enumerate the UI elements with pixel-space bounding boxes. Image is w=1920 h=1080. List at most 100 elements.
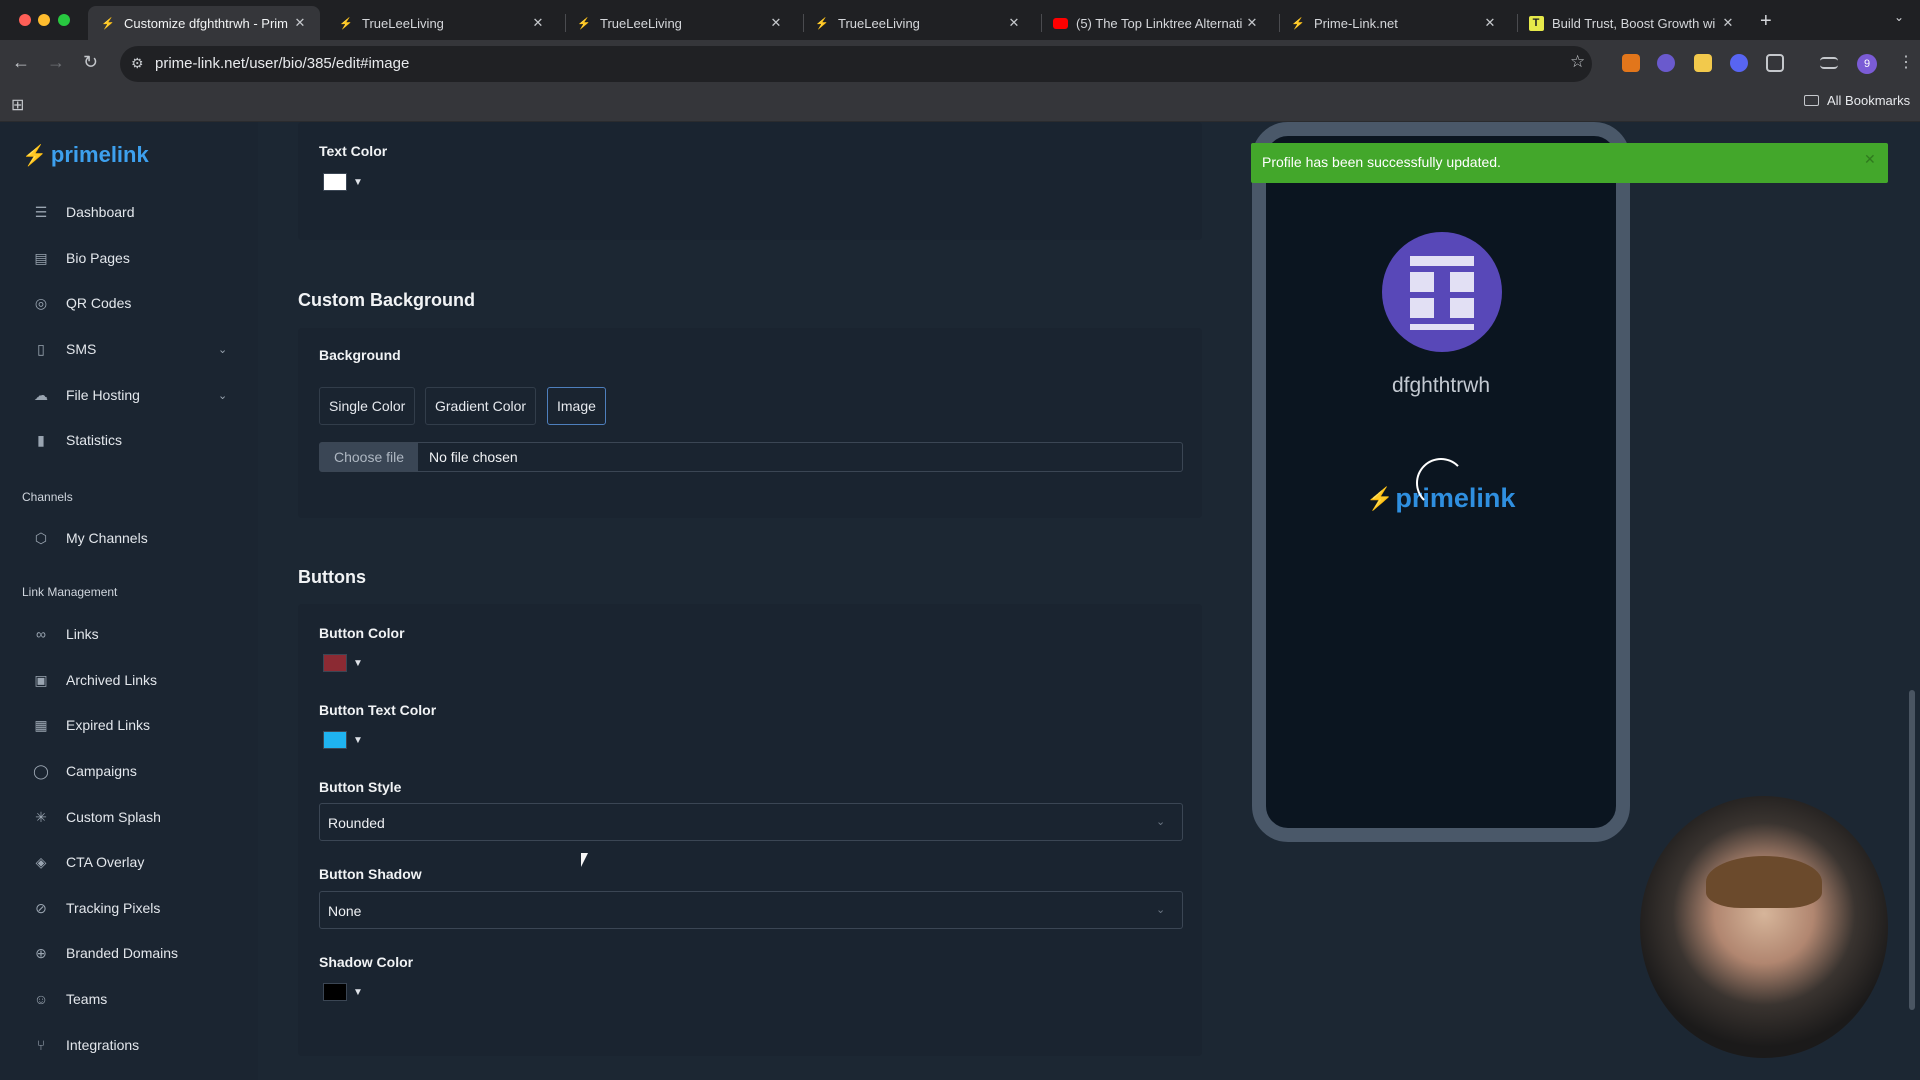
phone-icon: ▯ bbox=[37, 340, 45, 357]
sidebar-item-expired-links[interactable]: ▦ Expired Links bbox=[32, 713, 232, 737]
sidebar-item-teams[interactable]: ☺ Teams bbox=[32, 987, 232, 1011]
sidebar-item-sms[interactable]: ▯ SMS ⌄ bbox=[32, 337, 232, 361]
all-bookmarks-button[interactable]: All Bookmarks bbox=[1804, 93, 1910, 108]
apps-grid-icon[interactable]: ⊞ bbox=[11, 95, 24, 115]
sidebar-item-statistics[interactable]: ▮ Statistics bbox=[32, 428, 232, 452]
close-tab-icon[interactable]: ✕ bbox=[292, 15, 308, 31]
button-color-label: Button Color bbox=[319, 625, 405, 641]
tab-title: Prime-Link.net bbox=[1314, 15, 1398, 31]
sidebar-item-integrations[interactable]: ⑂ Integrations bbox=[32, 1033, 232, 1057]
webcam-overlay bbox=[1640, 796, 1888, 1058]
reading-list-icon[interactable] bbox=[1820, 57, 1838, 69]
sidebar-item-label: Branded Domains bbox=[66, 945, 179, 961]
button-shadow-select[interactable] bbox=[319, 891, 1183, 929]
profile-avatar[interactable]: 9 bbox=[1857, 54, 1877, 74]
sidebar-item-label: Campaigns bbox=[66, 763, 137, 779]
sidebar-item-label: Links bbox=[66, 626, 99, 642]
back-icon[interactable]: ← bbox=[12, 52, 30, 73]
sidebar-item-cta-overlay[interactable]: ◈ CTA Overlay bbox=[32, 850, 232, 874]
folder-icon bbox=[1804, 95, 1819, 106]
users-icon: ☺ bbox=[33, 991, 49, 1007]
sidebar-item-branded-domains[interactable]: ⊕ Branded Domains bbox=[32, 941, 232, 965]
forward-icon[interactable]: → bbox=[47, 52, 65, 73]
browser-tab[interactable]: T Build Trust, Boost Growth wi ✕ bbox=[1516, 6, 1748, 40]
custom-background-title: Custom Background bbox=[298, 290, 476, 310]
browser-tab[interactable]: ⚡ Prime-Link.net ✕ bbox=[1278, 6, 1510, 40]
close-icon[interactable]: ✕ bbox=[1864, 151, 1876, 168]
zoom-window-button[interactable] bbox=[58, 14, 70, 26]
logo-text: primelink bbox=[50, 142, 149, 167]
page-scrollbar[interactable] bbox=[1909, 690, 1915, 1010]
primelink-favicon-icon: ⚡ bbox=[339, 17, 353, 30]
close-tab-icon[interactable]: ✕ bbox=[768, 15, 784, 31]
minimize-window-button[interactable] bbox=[38, 14, 50, 26]
sidebar-item-bio-pages[interactable]: ▤ Bio Pages bbox=[32, 246, 232, 270]
shadow-color-label: Shadow Color bbox=[319, 954, 414, 970]
sidebar-item-custom-splash[interactable]: ✳ Custom Splash bbox=[32, 805, 232, 829]
chevron-down-icon: ⌄ bbox=[1156, 904, 1166, 916]
browser-menu-icon[interactable]: ⋮ bbox=[1898, 52, 1914, 72]
button-style-value: Rounded bbox=[328, 815, 385, 831]
sidebar-item-dashboard[interactable]: ☰ Dashboard bbox=[32, 200, 232, 224]
toast-message: Profile has been successfully updated. bbox=[1262, 154, 1501, 170]
choose-file-button[interactable]: Choose file bbox=[320, 443, 418, 471]
extension-icon[interactable] bbox=[1657, 54, 1675, 72]
text-color-swatch[interactable] bbox=[323, 173, 347, 191]
caret-down-icon[interactable]: ▼ bbox=[353, 987, 363, 998]
sidebar-item-label: Archived Links bbox=[66, 672, 158, 688]
tab-title: Build Trust, Boost Growth wi bbox=[1552, 15, 1716, 31]
metamask-extension-icon[interactable] bbox=[1622, 54, 1640, 72]
button-style-select[interactable] bbox=[319, 803, 1183, 841]
globe-icon: ⊕ bbox=[35, 944, 47, 961]
sidebar-item-my-channels[interactable]: ⬡ My Channels bbox=[32, 526, 232, 550]
sidebar-item-archived-links[interactable]: ▣ Archived Links bbox=[32, 668, 232, 692]
primelink-logo[interactable]: ⚡ primelink bbox=[22, 142, 149, 168]
primelink-logo-icon: ⚡ bbox=[1366, 485, 1394, 511]
browser-tab[interactable]: ⚡ Customize dfghthtrwh - Prim ✕ bbox=[88, 6, 320, 40]
gradient-color-button[interactable]: Gradient Color bbox=[425, 387, 537, 425]
sidebar-item-links[interactable]: ∞ Links bbox=[32, 622, 232, 646]
archive-icon: ▣ bbox=[34, 671, 48, 688]
sidebar-item-campaigns[interactable]: ◯ Campaigns bbox=[32, 759, 232, 783]
sidebar-item-label: Dashboard bbox=[66, 204, 135, 220]
sidebar-item-label: File Hosting bbox=[66, 387, 140, 403]
primelink-favicon-icon: ⚡ bbox=[577, 17, 591, 30]
reload-icon[interactable]: ↻ bbox=[83, 52, 98, 73]
image-button[interactable]: Image bbox=[547, 387, 606, 425]
text-color-card bbox=[298, 122, 1202, 240]
target-icon: ◯ bbox=[33, 762, 49, 779]
address-bar-url: prime-link.net/user/bio/385/edit#image bbox=[155, 55, 410, 72]
channels-heading: Channels bbox=[22, 490, 73, 504]
caret-down-icon[interactable]: ▼ bbox=[353, 658, 363, 669]
caret-down-icon[interactable]: ▼ bbox=[353, 177, 363, 188]
loader-icon: ✳ bbox=[35, 808, 47, 825]
sidebar-item-label: Expired Links bbox=[66, 717, 151, 733]
close-tab-icon[interactable]: ✕ bbox=[530, 15, 546, 31]
extension-icon[interactable] bbox=[1730, 54, 1748, 72]
sidebar-item-file-hosting[interactable]: ☁ File Hosting ⌄ bbox=[32, 383, 232, 407]
site-info-icon[interactable]: ⚙ bbox=[131, 55, 144, 72]
loading-spinner-icon bbox=[1416, 458, 1466, 508]
button-text-color-swatch[interactable] bbox=[323, 731, 347, 749]
sidebar-item-tracking-pixels[interactable]: ⊘ Tracking Pixels bbox=[32, 896, 232, 920]
close-window-button[interactable] bbox=[19, 14, 31, 26]
bookmark-star-icon[interactable]: ☆ bbox=[1570, 52, 1585, 72]
tab-search-icon[interactable]: ⌄ bbox=[1894, 10, 1904, 24]
browser-tab[interactable]: ⚡ TrueLeeLiving ✕ bbox=[564, 6, 796, 40]
close-tab-icon[interactable]: ✕ bbox=[1244, 15, 1260, 31]
single-color-button[interactable]: Single Color bbox=[319, 387, 416, 425]
extension-icon[interactable] bbox=[1694, 54, 1712, 72]
caret-down-icon[interactable]: ▼ bbox=[353, 735, 363, 746]
sidebar-item-qr-codes[interactable]: ◎ QR Codes bbox=[32, 291, 232, 315]
close-tab-icon[interactable]: ✕ bbox=[1720, 15, 1736, 31]
browser-tab[interactable]: ⚡ TrueLeeLiving ✕ bbox=[326, 6, 558, 40]
close-tab-icon[interactable]: ✕ bbox=[1006, 15, 1022, 31]
shadow-color-swatch[interactable] bbox=[323, 983, 347, 1001]
extensions-puzzle-icon[interactable] bbox=[1766, 54, 1784, 72]
sidebar-item-label: Teams bbox=[66, 991, 108, 1007]
browser-tab[interactable]: (5) The Top Linktree Alternati ✕ bbox=[1040, 6, 1272, 40]
new-tab-icon[interactable]: + bbox=[1760, 10, 1772, 33]
close-tab-icon[interactable]: ✕ bbox=[1482, 15, 1498, 31]
browser-tab[interactable]: ⚡ TrueLeeLiving ✕ bbox=[802, 6, 1034, 40]
button-color-swatch[interactable] bbox=[323, 654, 347, 672]
